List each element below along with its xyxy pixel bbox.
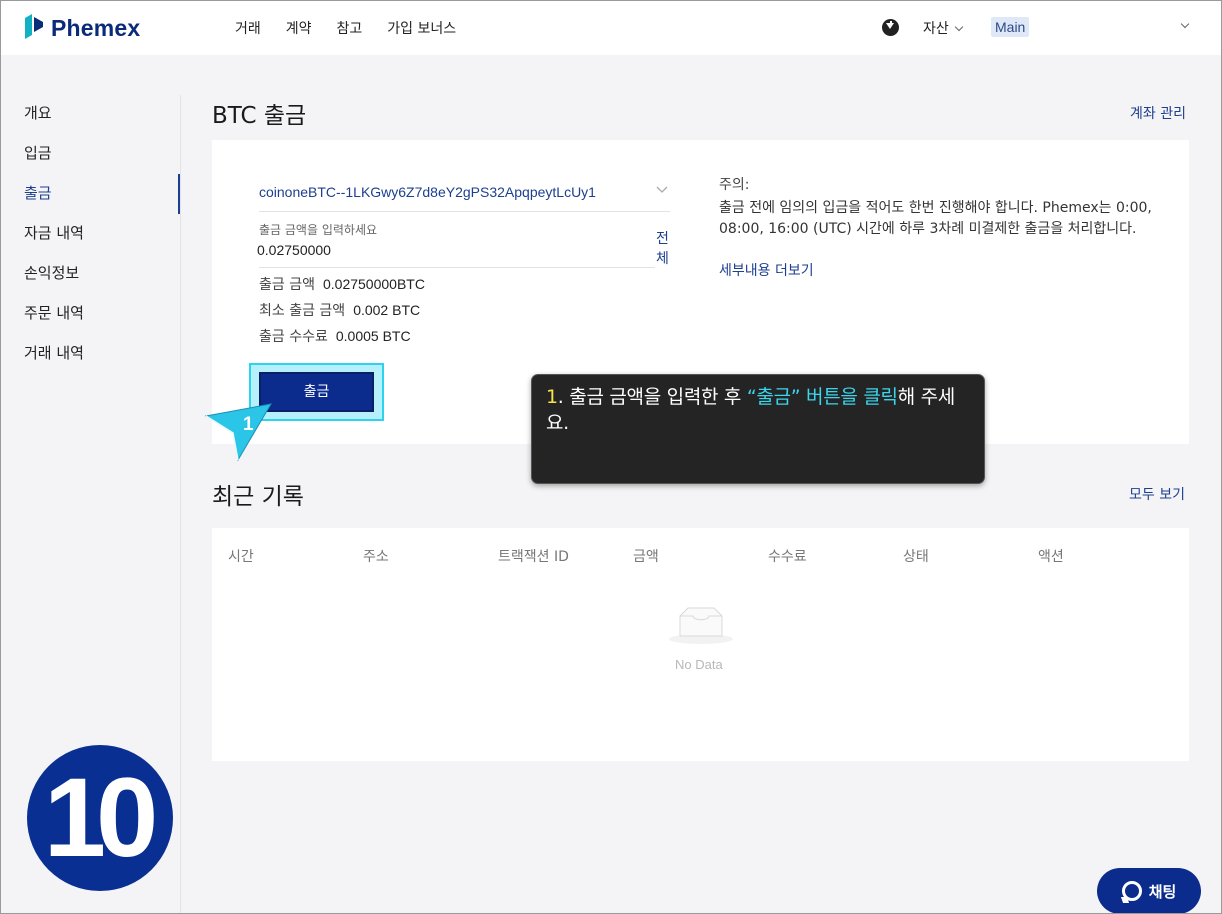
tooltip-highlight: “출금” 버튼을 클릭 (746, 386, 898, 408)
info-value: 0.02750000BTC (322, 276, 425, 292)
col-action: 액션 (1038, 549, 1064, 565)
more-details-link[interactable]: 세부내용 더보기 (719, 260, 814, 280)
nav-signup-bonus[interactable]: 가입 보너스 (387, 18, 456, 38)
amount-input[interactable] (257, 239, 642, 261)
info-row-min: 최소 출금 금액 0.002 BTC (259, 300, 420, 320)
sidebar-item-order-history[interactable]: 주문 내역 (24, 302, 84, 323)
sidebar-item-fund-history[interactable]: 자금 내역 (24, 222, 84, 243)
nav-trade[interactable]: 거래 (235, 18, 261, 38)
col-status: 상태 (903, 549, 929, 565)
empty-inbox-icon (669, 607, 733, 644)
logo-text: Phemex (51, 14, 141, 41)
chat-button[interactable]: 채팅 (1097, 868, 1201, 914)
sidebar-item-deposit[interactable]: 입금 (24, 142, 52, 163)
pointer-arrow-icon: 1 (204, 403, 272, 462)
tooltip-number: 1 (546, 386, 558, 408)
divider (259, 211, 670, 212)
nav-reference[interactable]: 참고 (337, 18, 363, 38)
col-time: 시간 (228, 549, 254, 565)
col-address: 주소 (363, 549, 389, 565)
pointer-label: 1 (243, 414, 254, 435)
view-all-link[interactable]: 모두 보기 (1129, 484, 1185, 504)
col-fee: 수수료 (768, 549, 807, 565)
phemex-logo-icon (25, 14, 43, 39)
chevron-down-icon[interactable] (656, 186, 668, 194)
info-label: 출금 수수료 (259, 329, 328, 345)
assets-menu[interactable]: 자산 (923, 18, 964, 38)
sidebar-item-withdraw[interactable]: 출금 (24, 182, 52, 203)
notice-title: 주의: (719, 177, 750, 193)
no-data-text: No Data (675, 657, 723, 672)
logo[interactable]: Phemex (23, 13, 140, 43)
top-header: Phemex 거래 계약 참고 가입 보너스 자산 Main (1, 1, 1221, 55)
info-value: 0.002 BTC (353, 302, 421, 318)
info-label: 최소 출금 금액 (259, 303, 346, 319)
info-row-fee: 출금 수수료 0.0005 BTC (259, 326, 411, 346)
chat-bubble-icon (1121, 881, 1142, 901)
address-select[interactable]: coinoneBTC--1LKGwy6Z7d8eY2gPS32ApqpeytLc… (259, 184, 596, 200)
info-label: 출금 금액 (259, 277, 315, 293)
notice-text: 출금 전에 임의의 입금을 적어도 한번 진행해야 합니다. Phemex는 0… (719, 200, 1152, 237)
info-row-amount: 출금 금액 0.02750000BTC (259, 274, 425, 294)
divider (259, 267, 655, 268)
page-title: BTC 출금 (212, 103, 307, 129)
step-number-badge: 10 (27, 745, 173, 891)
account-badge[interactable]: Main (991, 17, 1030, 37)
assets-label: 자산 (923, 21, 949, 37)
sidebar-item-pnl[interactable]: 손익정보 (24, 262, 79, 283)
account-manage-link[interactable]: 계좌 관리 (1130, 103, 1186, 123)
recent-title: 최근 기록 (212, 484, 304, 510)
chat-label: 채팅 (1148, 882, 1177, 901)
info-value: 0.0005 BTC (335, 328, 411, 344)
main-nav: 거래 계약 참고 가입 보너스 (235, 18, 456, 38)
col-txid: 트랙잭션 ID (498, 549, 569, 565)
sidebar-item-overview[interactable]: 개요 (24, 102, 52, 123)
amount-label: 출금 금액을 입력하세요 (259, 223, 378, 237)
withdraw-button[interactable]: 출금 (259, 372, 374, 412)
instruction-tooltip: 1. 출금 금액을 입력한 후 “출금” 버튼을 클릭해 주세요. (531, 374, 985, 484)
sidebar-item-trade-history[interactable]: 거래 내역 (24, 342, 84, 363)
nav-contract[interactable]: 계약 (286, 18, 312, 38)
active-indicator (178, 174, 180, 214)
account-chevron-down-icon[interactable] (1180, 19, 1190, 29)
all-amount-button[interactable]: 전체 (656, 229, 670, 269)
download-icon[interactable] (882, 19, 899, 36)
col-amount: 금액 (633, 549, 659, 565)
chevron-down-icon (954, 22, 964, 32)
tooltip-text: . 출금 금액을 입력한 후 (557, 386, 747, 408)
